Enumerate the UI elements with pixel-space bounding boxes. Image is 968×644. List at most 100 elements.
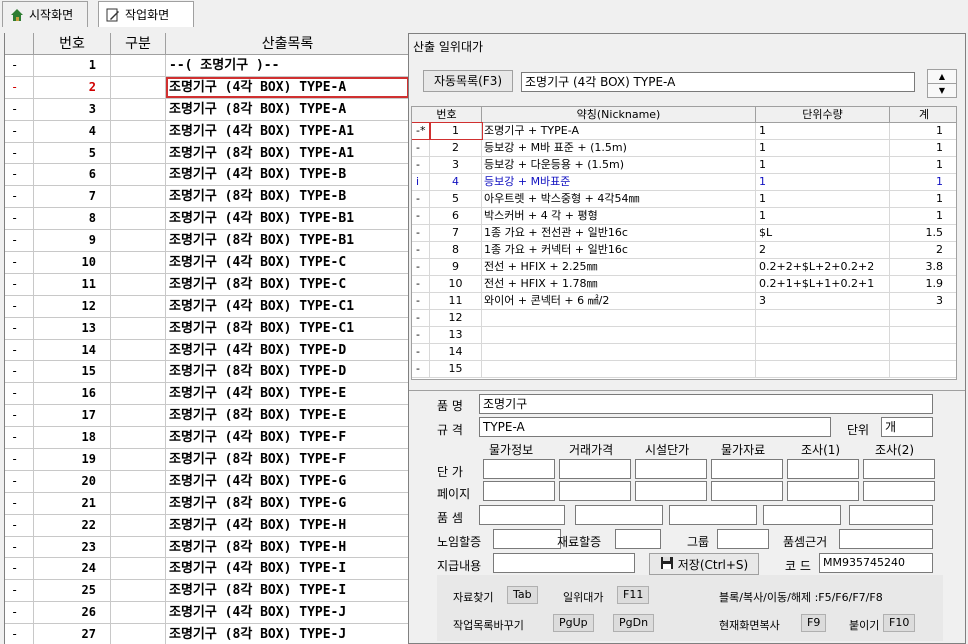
item-number: 2 (430, 140, 482, 156)
tab-start[interactable]: 시작화면 (2, 1, 88, 27)
list-item[interactable]: -8 1종 가요 + 커넥터 + 일반16c 2 2 (412, 242, 956, 259)
pumsem-field-5[interactable] (849, 505, 933, 525)
group-field[interactable] (717, 529, 769, 549)
table-row[interactable]: -23 조명기구 (8각 BOX) TYPE-H (5, 536, 408, 559)
col-header-6: 조사(2) (875, 443, 915, 457)
table-row[interactable]: -6 조명기구 (4각 BOX) TYPE-B (5, 164, 408, 187)
page-field-2[interactable] (559, 481, 631, 501)
table-row[interactable]: -5 조명기구 (8각 BOX) TYPE-A1 (5, 142, 408, 165)
auto-list-field[interactable]: 조명기구 (4각 BOX) TYPE-A (521, 72, 915, 92)
material-surcharge-field[interactable] (615, 529, 661, 549)
list-item[interactable]: -9 전선 + HFIX + 2.25㎜ 0.2+2+$L+2+0.2+2 3.8 (412, 259, 956, 276)
table-row[interactable]: -17 조명기구 (8각 BOX) TYPE-E (5, 405, 408, 428)
table-row[interactable]: -24 조명기구 (4각 BOX) TYPE-I (5, 558, 408, 581)
table-row[interactable]: -14 조명기구 (4각 BOX) TYPE-D (5, 339, 408, 362)
save-button[interactable]: 저장(Ctrl+S) (649, 553, 759, 575)
list-item[interactable]: -12 (412, 310, 956, 327)
table-row[interactable]: -22 조명기구 (4각 BOX) TYPE-H (5, 514, 408, 537)
find-key: Tab (507, 586, 538, 604)
table-row[interactable]: -18 조명기구 (4각 BOX) TYPE-F (5, 427, 408, 450)
list-item[interactable]: -* 1 조명기구 + TYPE-A 1 1 (412, 122, 956, 140)
pumsem-basis-field[interactable] (839, 529, 933, 549)
row-name: 조명기구 (8각 BOX) TYPE-G (166, 493, 408, 514)
table-row[interactable]: -2 조명기구 (4각 BOX) TYPE-A (5, 76, 408, 99)
price-field-2[interactable] (559, 459, 631, 479)
auto-list-button[interactable]: 자동목록(F3) (423, 70, 513, 92)
grid-header: 번호 구분 산출목록 (5, 33, 408, 55)
row-number: 21 (34, 492, 111, 514)
price-field-1[interactable] (483, 459, 555, 479)
row-name: 조명기구 (8각 BOX) TYPE-B1 (166, 230, 408, 251)
pumsem-field-1[interactable] (479, 505, 565, 525)
pumsem-field-2[interactable] (575, 505, 663, 525)
row-name: 조명기구 (4각 BOX) TYPE-A1 (166, 121, 408, 142)
col-header-5: 조사(1) (801, 443, 841, 457)
table-row[interactable]: -11 조명기구 (8각 BOX) TYPE-C (5, 273, 408, 296)
item-number: 1 (429, 122, 483, 140)
labor-surcharge-label: 노임할증 (437, 535, 482, 549)
list-item[interactable]: -10 전선 + HFIX + 1.78㎜ 0.2+1+$L+1+0.2+1 1.9 (412, 276, 956, 293)
list-item[interactable]: -2 등보강 + M바 표준 + (1.5m) 1 1 (412, 140, 956, 157)
list-item[interactable]: -5 아우트렛 + 박스중형 + 4각54㎜ 1 1 (412, 191, 956, 208)
list-item[interactable]: -3 등보강 + 다운등용 + (1.5m) 1 1 (412, 157, 956, 174)
pumsem-field-3[interactable] (669, 505, 757, 525)
item-marker: - (412, 327, 430, 343)
table-row[interactable]: -27 조명기구 (8각 BOX) TYPE-J (5, 624, 408, 644)
list-item[interactable]: i 4 등보강 + M바표준 1 1 (412, 174, 956, 191)
scroll-up-button[interactable]: ▲ (927, 69, 957, 84)
header-list: 산출목록 (261, 36, 314, 52)
pumsem-field-4[interactable] (763, 505, 841, 525)
row-number: 10 (34, 252, 111, 274)
tab-work-label: 작업화면 (125, 8, 170, 22)
table-row[interactable]: -3 조명기구 (8각 BOX) TYPE-A (5, 98, 408, 121)
page-field-4[interactable] (711, 481, 783, 501)
table-row[interactable]: -13 조명기구 (8각 BOX) TYPE-C1 (5, 317, 408, 340)
table-row[interactable]: -8 조명기구 (4각 BOX) TYPE-B1 (5, 208, 408, 231)
list-item[interactable]: -11 와이어 + 콘넥터 + 6 ㎟/2 3 3 (412, 293, 956, 310)
table-row[interactable]: -7 조명기구 (8각 BOX) TYPE-B (5, 186, 408, 209)
row-name: 조명기구 (8각 BOX) TYPE-J (166, 624, 408, 644)
row-number: 27 (34, 624, 111, 644)
code-field[interactable]: MM935745240 (819, 553, 933, 573)
row-number: 15 (34, 361, 111, 383)
page-field-3[interactable] (635, 481, 707, 501)
page-field-1[interactable] (483, 481, 555, 501)
table-row[interactable]: -19 조명기구 (8각 BOX) TYPE-F (5, 449, 408, 471)
table-row[interactable]: -21 조명기구 (8각 BOX) TYPE-G (5, 492, 408, 515)
row-name: --( 조명기구 )-- (166, 55, 408, 76)
list-item[interactable]: -7 1종 가요 + 전선관 + 일반16c $L 1.5 (412, 225, 956, 242)
item-number: 6 (430, 208, 482, 224)
table-row[interactable]: -20 조명기구 (4각 BOX) TYPE-G (5, 470, 408, 493)
product-field[interactable]: 조명기구 (479, 394, 933, 414)
table-row[interactable]: -1 --( 조명기구 )-- (5, 55, 408, 77)
page-field-5[interactable] (787, 481, 859, 501)
unit-field[interactable]: 개 (881, 417, 933, 437)
item-unit-qty (756, 361, 890, 377)
spec-field[interactable]: TYPE-A (479, 417, 831, 437)
price-field-4[interactable] (711, 459, 783, 479)
price-field-3[interactable] (635, 459, 707, 479)
header-num: 번호 (34, 33, 111, 55)
labor-surcharge-field[interactable] (493, 529, 561, 549)
list-item[interactable]: -14 (412, 344, 956, 361)
list-item[interactable]: -6 박스커버 + 4 각 + 평형 1 1 (412, 208, 956, 225)
payment-field[interactable] (493, 553, 635, 573)
scroll-down-button[interactable]: ▼ (927, 83, 957, 98)
table-row[interactable]: -25 조명기구 (8각 BOX) TYPE-I (5, 580, 408, 603)
table-row[interactable]: -4 조명기구 (4각 BOX) TYPE-A1 (5, 120, 408, 143)
table-row[interactable]: -10 조명기구 (4각 BOX) TYPE-C (5, 252, 408, 274)
table-row[interactable]: -16 조명기구 (4각 BOX) TYPE-E (5, 383, 408, 406)
list-item[interactable]: -13 (412, 327, 956, 344)
price-field-6[interactable] (863, 459, 935, 479)
unit-cost-grid[interactable]: 번호 약칭(Nickname) 단위수량 계 -* 1 조명기구 + TYPE-A 1… (411, 106, 957, 380)
table-row[interactable]: -26 조명기구 (4각 BOX) TYPE-J (5, 602, 408, 625)
list-item[interactable]: -15 (412, 361, 956, 378)
table-row[interactable]: -9 조명기구 (8각 BOX) TYPE-B1 (5, 230, 408, 253)
page-field-6[interactable] (863, 481, 935, 501)
table-row[interactable]: -12 조명기구 (4각 BOX) TYPE-C1 (5, 295, 408, 318)
price-field-5[interactable] (787, 459, 859, 479)
calculation-list-grid[interactable]: 번호 구분 산출목록 -1 --( 조명기구 )-- -2 조명기구 (4각 BOX)… (4, 33, 408, 644)
tab-work[interactable]: 작업화면 (98, 1, 194, 27)
row-name: 조명기구 (8각 BOX) TYPE-D (166, 361, 408, 382)
table-row[interactable]: -15 조명기구 (8각 BOX) TYPE-D (5, 361, 408, 384)
